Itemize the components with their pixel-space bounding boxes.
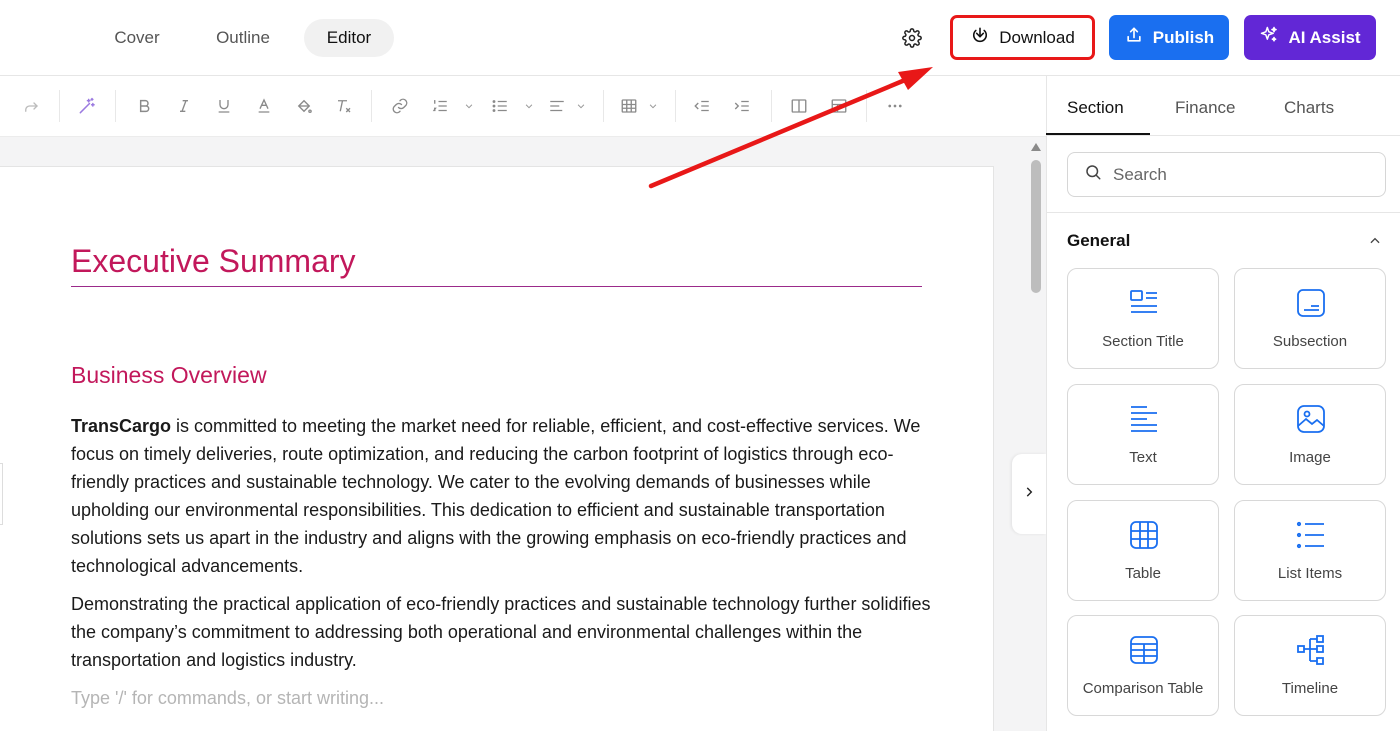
highlight-icon[interactable] <box>291 94 317 118</box>
ai-assist-label: AI Assist <box>1288 27 1361 47</box>
paragraph-1[interactable]: TransCargo is committed to meeting the m… <box>71 412 931 580</box>
magic-wand-icon[interactable] <box>74 94 100 118</box>
table-icon <box>1128 519 1160 551</box>
scrollbar-thumb[interactable] <box>1031 160 1041 293</box>
block-card-comparison-table[interactable]: Comparison Table <box>1067 615 1219 716</box>
redo-icon[interactable] <box>18 94 44 118</box>
active-tab-indicator <box>1046 133 1150 135</box>
more-icon[interactable] <box>882 94 908 118</box>
download-label: Download <box>999 27 1075 47</box>
upload-icon <box>1124 25 1144 50</box>
panel-tab-section[interactable]: Section <box>1067 97 1124 137</box>
download-icon <box>970 25 990 50</box>
publish-label: Publish <box>1152 27 1215 47</box>
toolbar-divider <box>59 90 60 122</box>
image-icon <box>1295 403 1327 435</box>
block-card-table[interactable]: Table <box>1067 500 1219 601</box>
group-label-general: General <box>1067 231 1131 250</box>
block-card-timeline[interactable]: Timeline <box>1234 615 1386 716</box>
italic-icon[interactable] <box>171 94 197 118</box>
text-icon <box>1128 403 1160 435</box>
panel-search[interactable] <box>1067 152 1386 197</box>
top-bar: Cover Outline Editor Download Publish AI… <box>0 0 1400 76</box>
search-icon <box>1084 163 1102 186</box>
card-label: Subsection <box>1272 333 1348 350</box>
card-label: Text <box>1129 449 1157 466</box>
search-input[interactable] <box>1113 164 1353 185</box>
toolbar-divider <box>866 90 867 122</box>
block-card-section-title[interactable]: Section Title <box>1067 268 1219 369</box>
left-page-edge <box>0 463 3 525</box>
chevron-down-icon[interactable] <box>462 94 476 118</box>
panel-tab-charts[interactable]: Charts <box>1284 97 1334 137</box>
block-card-text[interactable]: Text <box>1067 384 1219 485</box>
card-label: Table <box>1125 565 1161 582</box>
panel-tabs-divider <box>1046 135 1400 136</box>
bold-icon[interactable] <box>131 94 157 118</box>
section-heading[interactable]: Business Overview <box>71 362 267 389</box>
underline-icon[interactable] <box>211 94 237 118</box>
card-label: List Items <box>1277 565 1343 582</box>
outdent-icon[interactable] <box>689 94 715 118</box>
scroll-up-arrow-icon[interactable] <box>1031 143 1041 151</box>
toolbar-divider <box>603 90 604 122</box>
card-label: Comparison Table <box>1082 680 1204 697</box>
ai-assist-button[interactable]: AI Assist <box>1244 15 1376 60</box>
company-name: TransCargo <box>71 416 172 436</box>
block-card-subsection[interactable]: Subsection <box>1234 268 1386 369</box>
settings-gear-icon[interactable] <box>898 24 926 52</box>
editor-placeholder[interactable]: Type '/' for commands, or start writing.… <box>71 688 384 709</box>
document-title[interactable]: Executive Summary <box>71 243 922 287</box>
columns-icon[interactable] <box>786 94 812 118</box>
paragraph-2[interactable]: Demonstrating the practical application … <box>71 590 931 674</box>
toolbar-divider <box>371 90 372 122</box>
ordered-list-icon[interactable] <box>427 94 453 118</box>
tab-outline[interactable]: Outline <box>193 19 293 57</box>
paragraph-1-text: is committed to meeting the market need … <box>71 416 921 576</box>
chevron-up-icon[interactable] <box>1366 232 1384 250</box>
card-label: Image <box>1289 449 1331 466</box>
card-label: Timeline <box>1281 680 1339 697</box>
toolbar-divider <box>115 90 116 122</box>
chevron-down-icon[interactable] <box>522 94 536 118</box>
sparkles-icon <box>1259 25 1279 50</box>
search-divider <box>1046 212 1400 213</box>
block-card-image[interactable]: Image <box>1234 384 1386 485</box>
publish-button[interactable]: Publish <box>1109 15 1229 60</box>
section-title-icon <box>1128 287 1160 319</box>
chevron-down-icon[interactable] <box>646 94 660 118</box>
timeline-icon <box>1295 634 1327 666</box>
table-icon[interactable] <box>616 94 642 118</box>
clear-format-icon[interactable] <box>331 94 357 118</box>
toolbar-divider <box>771 90 772 122</box>
text-color-icon[interactable] <box>251 94 277 118</box>
panel-tab-finance[interactable]: Finance <box>1175 97 1235 137</box>
block-card-list-items[interactable]: List Items <box>1234 500 1386 601</box>
layout-icon[interactable] <box>826 94 852 118</box>
subsection-icon <box>1295 287 1327 319</box>
formatting-toolbar <box>0 76 1046 137</box>
chevron-down-icon[interactable] <box>574 94 588 118</box>
panel-toggle-button[interactable] <box>1012 454 1046 534</box>
tab-editor[interactable]: Editor <box>304 19 394 57</box>
toolbar-divider <box>675 90 676 122</box>
indent-icon[interactable] <box>729 94 755 118</box>
bullet-list-icon[interactable] <box>487 94 513 118</box>
list-items-icon <box>1295 519 1327 551</box>
align-left-icon[interactable] <box>544 94 570 118</box>
chevron-right-icon <box>1022 485 1036 504</box>
card-label: Section Title <box>1102 333 1184 350</box>
download-button[interactable]: Download <box>950 15 1095 60</box>
tab-cover[interactable]: Cover <box>92 19 182 57</box>
link-icon[interactable] <box>387 94 413 118</box>
comparison-table-icon <box>1128 634 1160 666</box>
